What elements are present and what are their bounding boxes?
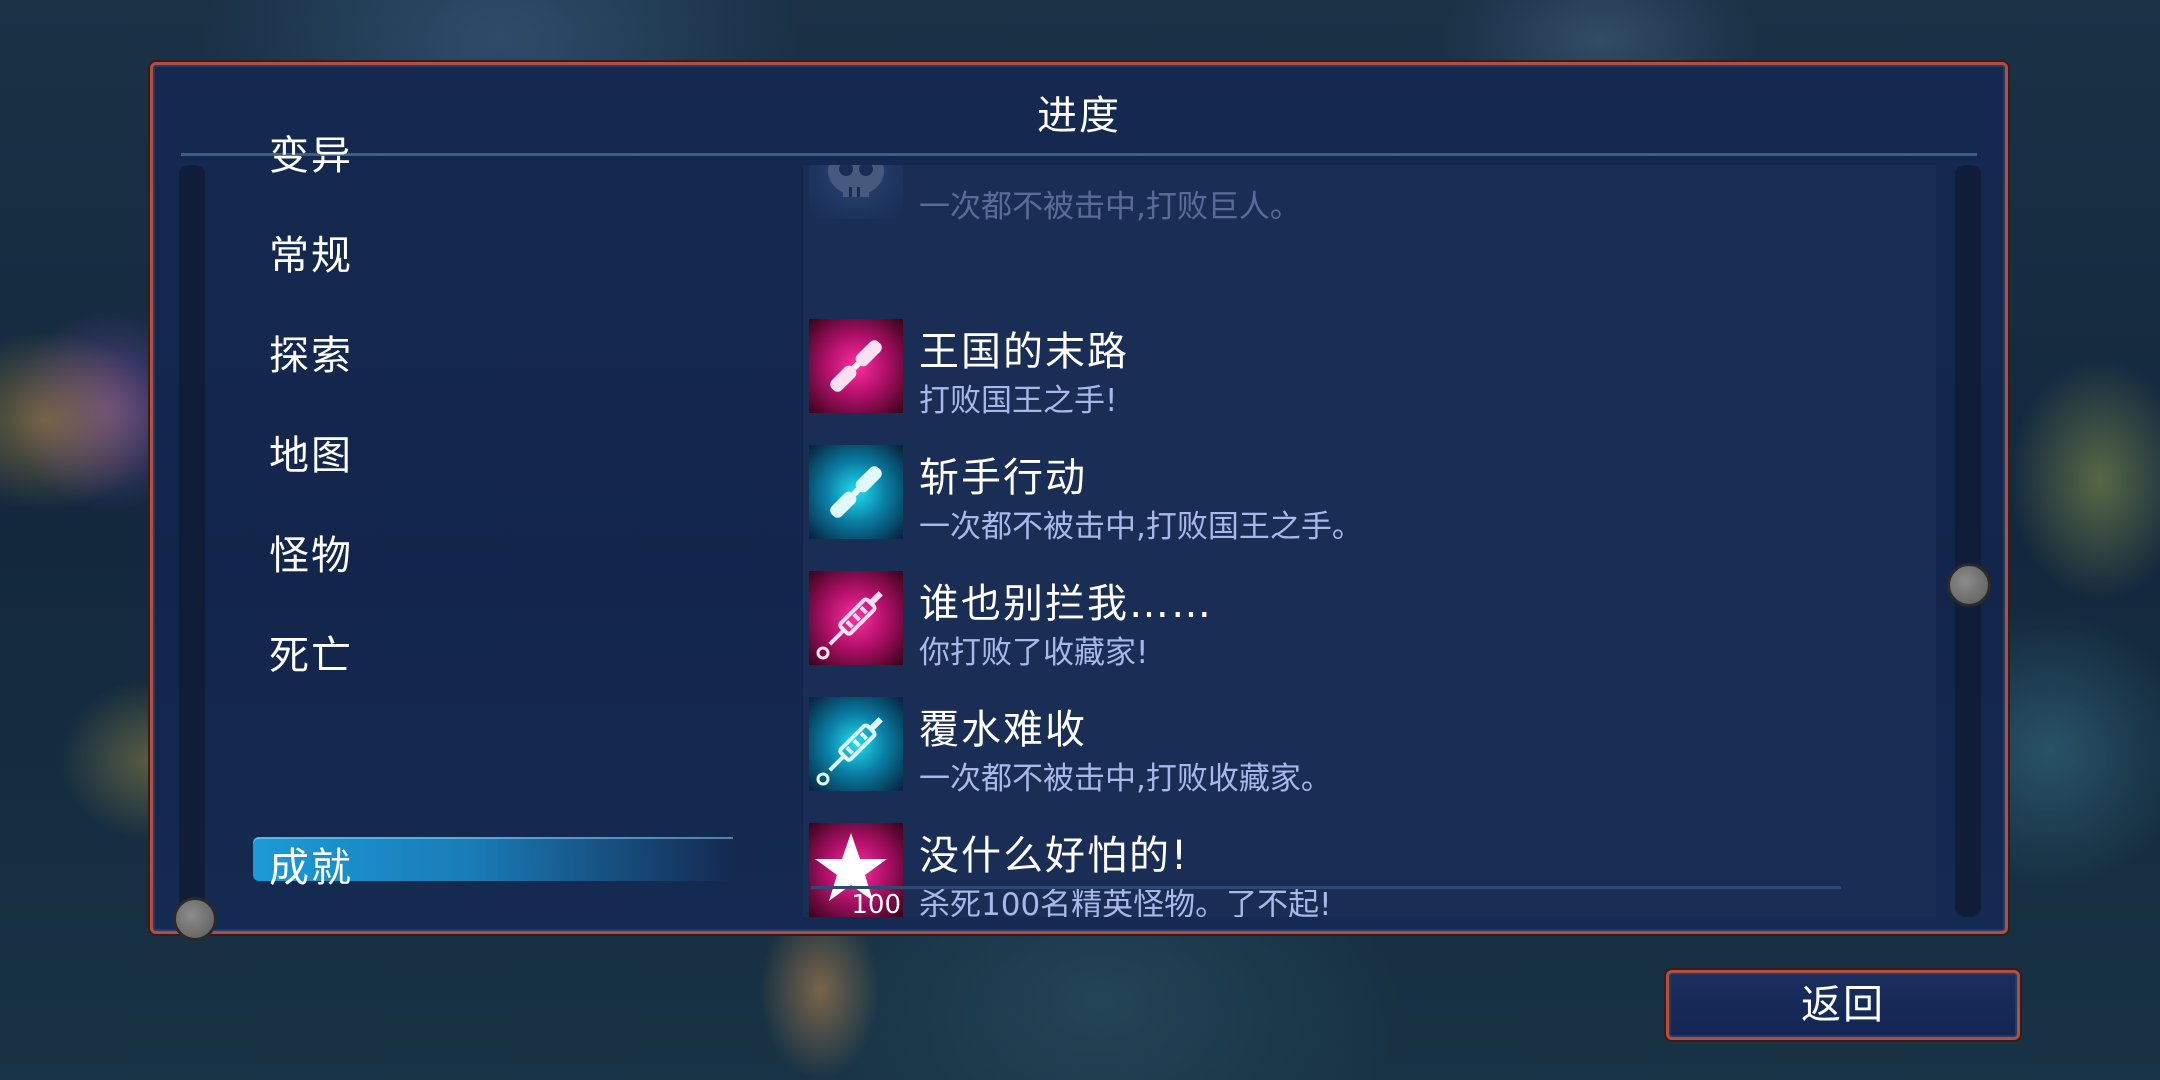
achievement-scrollbar-track[interactable] [1955,165,1981,917]
achievement-description: 打败国王之手! [919,383,1118,419]
achievement-item[interactable]: 斩手行动 一次都不被击中,打败国王之手。 [803,445,1903,545]
category-general[interactable]: 常规 [269,223,353,281]
achievement-item[interactable]: 谁也别拦我…… 你打败了收藏家! [803,571,1903,671]
category-map[interactable]: 地图 [269,423,353,481]
achievement-item[interactable]: 一次都不被击中,打败巨人。 [803,165,1903,225]
title-divider [181,153,1977,156]
achievement-scrollbar-knob[interactable] [1947,563,1991,607]
category-mutations[interactable]: 变异 [269,123,353,181]
achievement-description: 杀死100名精英怪物。了不起! [919,887,1332,917]
achievement-title: 谁也别拦我…… [919,581,1213,627]
category-deaths[interactable]: 死亡 [269,623,353,681]
achievement-item[interactable]: 王国的末路 打败国王之手! [803,319,1903,419]
achievement-item[interactable]: 覆水难收 一次都不被击中,打败收藏家。 [803,697,1903,797]
category-achievements[interactable]: 成就 [269,835,353,893]
achievement-item[interactable]: 100 没什么好怕的! 杀死100名精英怪物。了不起! [803,823,1903,917]
achievement-title: 覆水难收 [919,707,1087,753]
pink-blade-icon [809,319,903,413]
list-divider [811,886,1841,889]
achievement-title: 没什么好怕的! [919,833,1190,879]
achievement-title: 斩手行动 [919,455,1087,501]
panel-title: 进度 [1037,93,1121,139]
pink-syringe-icon [809,571,903,665]
achievement-title: 王国的末路 [919,329,1129,375]
progress-panel: 进度 变异 常规 探索 地图 怪物 死亡 成就 一次都不被击中,打败巨人。 王国… [150,62,2008,941]
achievement-description: 一次都不被击中,打败收藏家。 [919,761,1332,797]
achievement-description: 一次都不被击中,打败国王之手。 [919,509,1363,545]
category-monsters[interactable]: 怪物 [269,523,353,581]
cyan-syringe-icon [809,697,903,791]
achievement-description: 一次都不被击中,打败巨人。 [919,189,1301,225]
skull-icon [809,165,903,219]
pink-star-icon: 100 [809,823,903,917]
achievement-description: 你打败了收藏家! [919,635,1149,671]
category-scrollbar-track[interactable] [179,165,205,917]
category-exploration[interactable]: 探索 [269,323,353,381]
cyan-blade-icon [809,445,903,539]
category-scrollbar-knob[interactable] [173,897,217,941]
achievement-list[interactable]: 一次都不被击中,打败巨人。 王国的末路 打败国王之手! 斩手行动 一次都不被击中… [803,165,1936,917]
back-button[interactable]: 返回 [1666,970,2020,1040]
icon-badge-count: 100 [851,890,901,917]
